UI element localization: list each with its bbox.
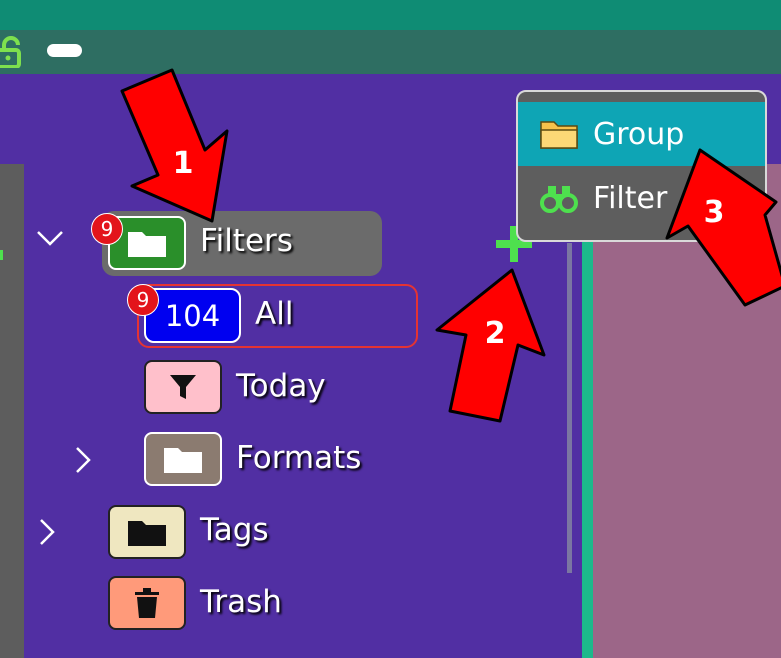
annotation-label-3: 3	[704, 195, 725, 230]
annotation-label-1: 1	[173, 146, 194, 181]
annotation-label-2: 2	[485, 316, 506, 351]
annotation-arrows: 1 2 3	[120, 68, 781, 423]
